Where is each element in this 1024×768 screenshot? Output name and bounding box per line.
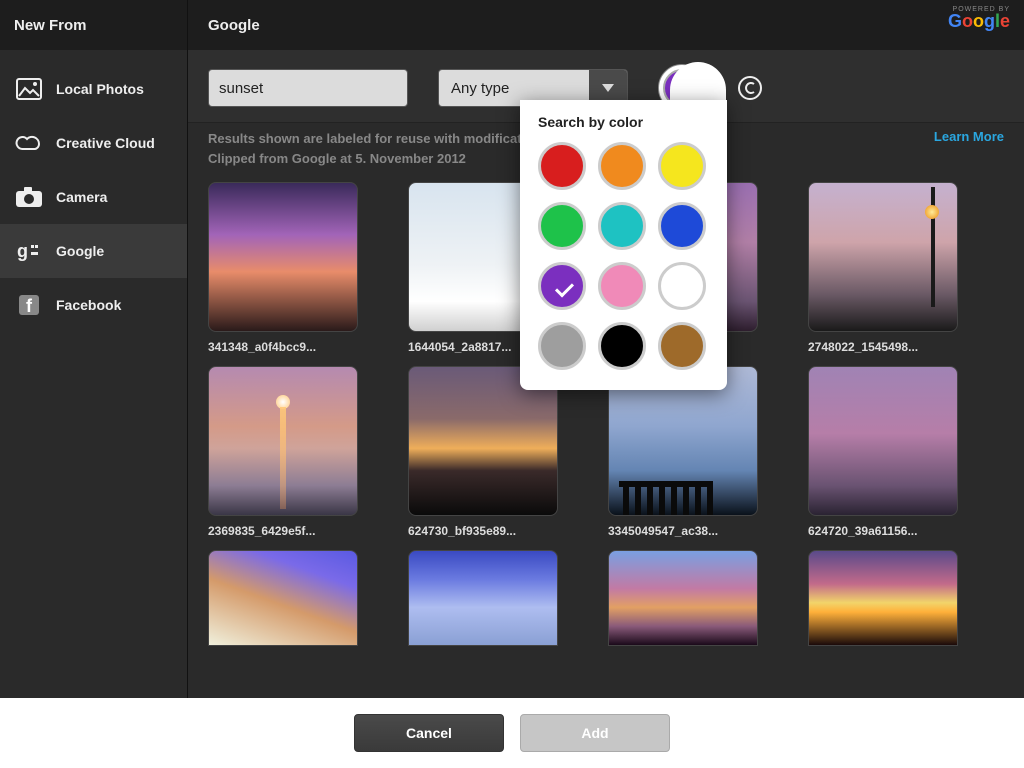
color-swatch[interactable]: [658, 322, 706, 370]
result-item[interactable]: 2748022_1545498...: [808, 182, 958, 354]
color-swatch[interactable]: [598, 262, 646, 310]
thumbnail-caption: 624730_bf935e89...: [408, 524, 558, 538]
thumbnail: [208, 550, 358, 646]
thumbnail: [408, 550, 558, 646]
sidebar-item-label: Google: [56, 243, 104, 259]
google-logo: Google: [948, 11, 1010, 31]
result-item[interactable]: 624730_bf935e89...: [408, 366, 558, 538]
sidebar-item-camera[interactable]: Camera: [0, 170, 187, 224]
thumbnail-caption: 2369835_6429e5f...: [208, 524, 358, 538]
thumbnail-caption: 341348_a0f4bcc9...: [208, 340, 358, 354]
grid-row: 2369835_6429e5f... 624730_bf935e89... 33…: [208, 366, 1004, 538]
thumbnail: [808, 550, 958, 646]
result-item[interactable]: [608, 550, 758, 646]
photo-icon: [14, 74, 44, 104]
sidebar-item-label: Facebook: [56, 297, 121, 313]
thumbnail-caption: 2748022_1545498...: [808, 340, 958, 354]
license-filter-button[interactable]: [736, 74, 764, 102]
color-swatch[interactable]: [538, 262, 586, 310]
result-item[interactable]: 624720_39a61156...: [808, 366, 958, 538]
color-swatch[interactable]: [538, 322, 586, 370]
powered-by-google: POWERED BY Google: [948, 6, 1010, 32]
result-item[interactable]: 3345049547_ac38...: [608, 366, 758, 538]
color-swatches: [538, 142, 709, 372]
thumbnail: [808, 182, 958, 332]
sidebar-items: Local Photos Creative Cloud Camera: [0, 50, 187, 332]
google-icon: g: [14, 236, 44, 266]
color-swatch[interactable]: [658, 202, 706, 250]
grid-row: [208, 550, 1004, 646]
sidebar-item-google[interactable]: g Google: [0, 224, 187, 278]
main-header: Google POWERED BY Google: [188, 0, 1024, 50]
sidebar-item-facebook[interactable]: f Facebook: [0, 278, 187, 332]
camera-icon: [14, 182, 44, 212]
svg-text:f: f: [26, 296, 33, 316]
app-root: New From Local Photos Creative Cloud: [0, 0, 1024, 768]
type-select-label: Any type: [439, 80, 589, 97]
top-region: New From Local Photos Creative Cloud: [0, 0, 1024, 698]
sidebar-item-creative-cloud[interactable]: Creative Cloud: [0, 116, 187, 170]
results-info: Results shown are labeled for reuse with…: [208, 129, 545, 168]
sidebar-item-label: Creative Cloud: [56, 135, 155, 151]
color-swatch[interactable]: [538, 202, 586, 250]
info-line-2: Clipped from Google at 5. November 2012: [208, 149, 545, 169]
result-item[interactable]: 341348_a0f4bcc9...: [208, 182, 358, 354]
learn-more-link[interactable]: Learn More: [934, 129, 1004, 144]
thumbnail-caption: 624720_39a61156...: [808, 524, 958, 538]
thumbnail: [808, 366, 958, 516]
add-button[interactable]: Add: [520, 714, 670, 752]
result-item[interactable]: [408, 550, 558, 646]
thumbnail: [208, 182, 358, 332]
result-item[interactable]: [208, 550, 358, 646]
footer: Cancel Add: [0, 698, 1024, 768]
color-swatch[interactable]: [598, 202, 646, 250]
color-swatch[interactable]: [598, 142, 646, 190]
sidebar-header: New From: [0, 0, 187, 50]
color-swatch[interactable]: [658, 142, 706, 190]
thumbnail: [608, 550, 758, 646]
page-title: Google: [208, 17, 260, 34]
info-line-1: Results shown are labeled for reuse with…: [208, 129, 545, 149]
result-item[interactable]: [808, 550, 958, 646]
sidebar-item-label: Local Photos: [56, 81, 144, 97]
thumbnail: [208, 366, 358, 516]
color-swatch[interactable]: [598, 322, 646, 370]
result-item[interactable]: 2369835_6429e5f...: [208, 366, 358, 538]
color-swatch[interactable]: [538, 142, 586, 190]
color-popover: Search by color: [520, 100, 727, 390]
sidebar-item-local-photos[interactable]: Local Photos: [0, 62, 187, 116]
cancel-button[interactable]: Cancel: [354, 714, 504, 752]
sidebar: New From Local Photos Creative Cloud: [0, 0, 188, 698]
sidebar-item-label: Camera: [56, 189, 107, 205]
search-input[interactable]: [208, 69, 408, 107]
facebook-icon: f: [14, 290, 44, 320]
svg-text:g: g: [17, 241, 28, 261]
color-popover-title: Search by color: [538, 114, 709, 130]
thumbnail-caption: 3345049547_ac38...: [608, 524, 758, 538]
cloud-icon: [14, 128, 44, 158]
color-swatch[interactable]: [658, 262, 706, 310]
